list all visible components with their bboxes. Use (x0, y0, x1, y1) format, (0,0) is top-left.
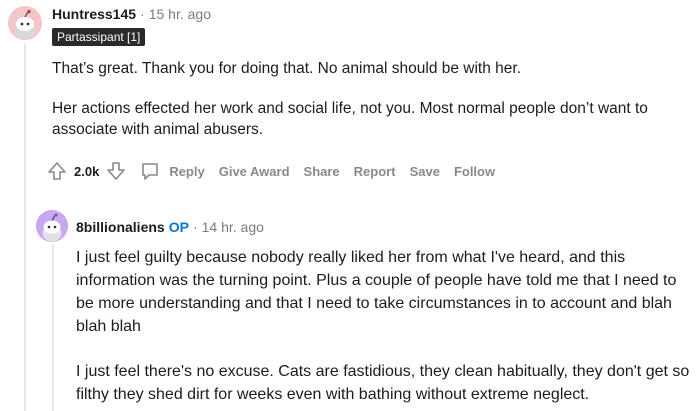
thread-collapse-line[interactable] (24, 44, 26, 411)
comment-paragraph: I just feel guilty because nobody really… (76, 249, 677, 335)
user-flair: Partassipant [1] (52, 28, 146, 46)
share-button[interactable]: Share (304, 164, 340, 179)
vote-count: 2.0k (74, 163, 100, 179)
downvote-arrow-icon[interactable] (103, 158, 129, 184)
comment-meta: Huntress145 · 15 hr. ago (52, 5, 211, 23)
comment-paragraph: That’s great. Thank you for doing that. … (52, 60, 522, 77)
author-name[interactable]: Huntress145 (52, 6, 136, 22)
reply-label: Reply (169, 163, 205, 179)
meta-separator: · (192, 219, 198, 235)
avatar[interactable] (8, 6, 42, 40)
timestamp[interactable]: 15 hr. ago (149, 6, 211, 22)
comment-paragraph: Her actions effected her work and social… (52, 100, 648, 138)
give-award-button[interactable]: Give Award (219, 164, 290, 179)
thread-collapse-line[interactable] (52, 244, 54, 411)
comment-action-bar: 2.0k Reply Give Award Share Report Save … (44, 158, 495, 184)
op-badge: OP (168, 219, 189, 235)
snoo-avatar-icon (15, 9, 35, 39)
avatar[interactable] (36, 210, 68, 242)
meta-separator: · (140, 6, 145, 22)
comment-bubble-icon (137, 158, 163, 184)
snoo-avatar-icon (42, 213, 62, 242)
report-button[interactable]: Report (354, 164, 396, 179)
author-name[interactable]: 8billionaliens (76, 219, 165, 235)
comment-meta: 8billionaliens OP · 14 hr. ago (76, 218, 264, 236)
upvote-arrow-icon[interactable] (44, 158, 70, 184)
comment-thread: Huntress145 · 15 hr. ago Partassipant [1] … (0, 0, 700, 411)
save-button[interactable]: Save (410, 164, 440, 179)
reply-button[interactable]: Reply (137, 158, 205, 184)
follow-button[interactable]: Follow (454, 164, 495, 179)
comment-paragraph: I just feel there's no excuse. Cats are … (76, 363, 690, 403)
timestamp[interactable]: 14 hr. ago (202, 219, 264, 235)
